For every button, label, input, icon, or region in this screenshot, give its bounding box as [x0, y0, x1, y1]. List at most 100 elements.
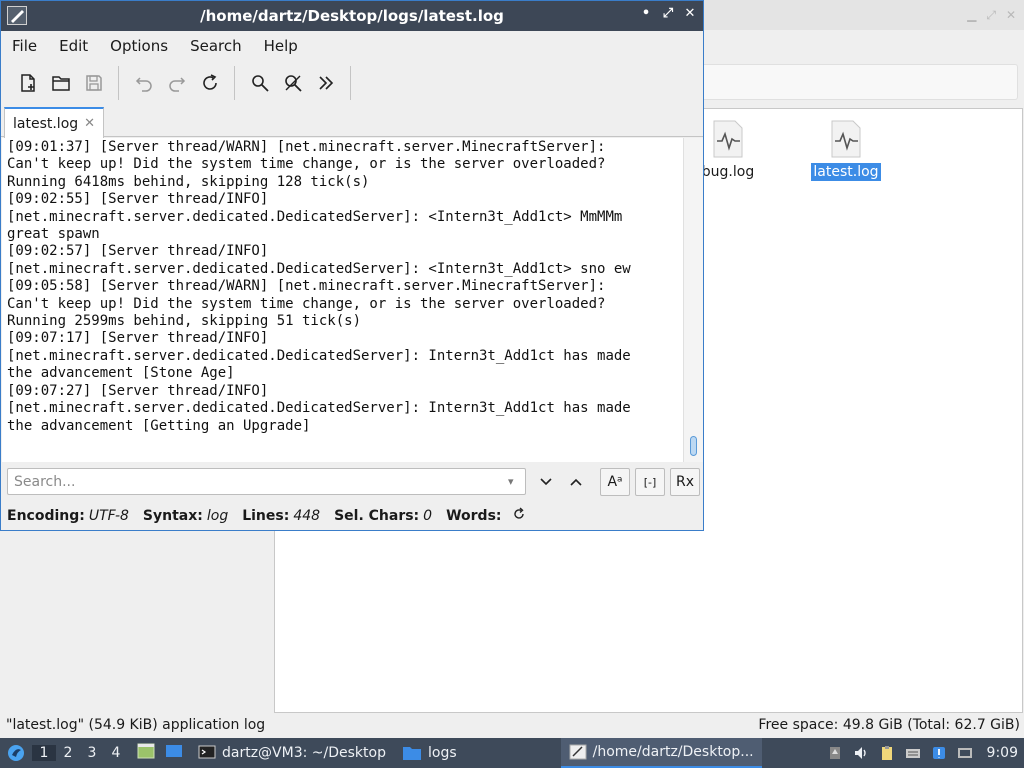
workspace-4[interactable]: 4	[104, 745, 128, 761]
syntax-label: Syntax:	[142, 508, 203, 524]
chevron-down-icon	[540, 478, 552, 486]
selchars-value: 0	[423, 508, 433, 524]
toolbar-separator	[118, 66, 119, 100]
text-line: great spawn	[7, 226, 100, 243]
text-line: Can't keep up! Did the system time chang…	[7, 295, 606, 312]
file-name: latest.log	[811, 163, 881, 181]
refresh-words-icon[interactable]	[512, 507, 526, 525]
maximize-icon[interactable]: ⤢	[661, 6, 675, 21]
task-label: dartz@VM3: ~/Desktop	[222, 745, 386, 761]
location-bar[interactable]	[700, 64, 1018, 100]
text-line: [09:02:57] [Server thread/INFO]	[7, 243, 269, 260]
toolbar	[1, 61, 703, 105]
find-next-button[interactable]	[531, 468, 561, 496]
workspace-1[interactable]: 1	[32, 745, 56, 761]
task-terminal[interactable]: dartz@VM3: ~/Desktop	[190, 738, 394, 768]
save-icon[interactable]	[77, 65, 110, 101]
menu-file[interactable]: File	[1, 37, 48, 55]
text-line: [09:05:58] [Server thread/WARN] [net.min…	[7, 278, 606, 295]
status-bar: Encoding: UTF-8 Syntax: log Lines: 448 S…	[1, 502, 703, 530]
system-tray: 9:09	[827, 738, 1024, 768]
log-file-icon	[831, 120, 861, 158]
log-file-icon	[713, 120, 743, 158]
selchars-label: Sel. Chars:	[334, 508, 420, 524]
minimize-icon[interactable]: ▁	[967, 8, 976, 23]
text-line: the advancement [Stone Age]	[7, 365, 235, 382]
text-line: [09:07:27] [Server thread/INFO]	[7, 382, 269, 399]
keyboard-icon[interactable]	[905, 745, 921, 761]
text-line: [net.minecraft.server.dedicated.Dedicate…	[7, 347, 631, 364]
file-item-selected[interactable]: latest.log	[801, 119, 891, 181]
chevron-down-icon[interactable]: ▾	[508, 475, 514, 488]
regex-button[interactable]: Rx	[670, 468, 700, 496]
editor-titlebar[interactable]: /home/dartz/Desktop/logs/latest.log • ⤢ …	[1, 1, 703, 31]
text-line: [net.minecraft.server.dedicated.Dedicate…	[7, 400, 631, 417]
text-line: Running 2599ms behind, skipping 51 tick(…	[7, 313, 362, 330]
close-tab-icon[interactable]: ✕	[84, 116, 95, 131]
menu-options[interactable]: Options	[99, 37, 179, 55]
undo-icon[interactable]	[127, 65, 160, 101]
redo-icon[interactable]	[160, 65, 193, 101]
encoding-label: Encoding:	[7, 508, 85, 524]
file-name: bug.log	[701, 164, 755, 180]
scrollbar-thumb[interactable]	[690, 436, 697, 456]
text-editor-window: /home/dartz/Desktop/logs/latest.log • ⤢ …	[0, 0, 704, 531]
find-icon[interactable]	[243, 65, 276, 101]
toolbar-separator	[234, 66, 235, 100]
menu-help[interactable]: Help	[253, 37, 309, 55]
menu-search[interactable]: Search	[179, 37, 253, 55]
terminal-icon	[198, 745, 216, 759]
reload-icon[interactable]	[193, 65, 226, 101]
task-label: logs	[427, 745, 457, 761]
close-icon[interactable]: ✕	[683, 6, 697, 21]
text-line: Running 6418ms behind, skipping 128 tick…	[7, 173, 370, 190]
whole-word-button[interactable]: [-]	[635, 468, 665, 496]
text-area[interactable]: [09:01:37] [Server thread/WARN] [net.min…	[2, 138, 683, 462]
search-input[interactable]	[7, 468, 526, 495]
clipboard-icon[interactable]	[879, 745, 895, 761]
file-manager-status-left: "latest.log" (54.9 KiB) application log	[6, 717, 266, 733]
open-folder-icon[interactable]	[44, 65, 77, 101]
vertical-scrollbar[interactable]	[683, 138, 703, 462]
lines-value: 448	[293, 508, 321, 524]
words-label: Words:	[446, 508, 502, 524]
workspace-2[interactable]: 2	[56, 745, 80, 761]
close-icon[interactable]: ✕	[1006, 8, 1016, 23]
more-icon[interactable]	[309, 65, 342, 101]
tab-latest-log[interactable]: latest.log ✕	[4, 107, 105, 138]
tab-label: latest.log	[13, 115, 79, 132]
text-line: [09:01:37] [Server thread/WARN] [net.min…	[7, 139, 606, 155]
start-menu-button[interactable]	[0, 743, 32, 763]
volume-icon[interactable]	[853, 745, 869, 761]
window-controls: • ⤢ ✕	[639, 6, 697, 21]
maximize-icon[interactable]: ⤢	[986, 8, 996, 23]
network-icon[interactable]	[957, 745, 973, 761]
task-text-editor[interactable]: /home/dartz/Desktop...	[560, 738, 762, 768]
chevron-up-icon	[570, 478, 582, 486]
text-line: [09:07:17] [Server thread/INFO]	[7, 330, 269, 347]
clock[interactable]: 9:09	[987, 745, 1018, 761]
show-desktop-icon[interactable]	[136, 742, 156, 764]
task-file-manager[interactable]: logs	[394, 738, 465, 768]
match-case-button[interactable]: Aᵃ	[600, 468, 630, 496]
update-notifier-icon[interactable]	[931, 745, 947, 761]
encoding-value: UTF-8	[88, 508, 129, 524]
workspace-3[interactable]: 3	[80, 745, 104, 761]
file-manager-window-controls: ▁ ⤢ ✕	[967, 8, 1016, 23]
new-file-icon[interactable]	[11, 65, 44, 101]
minimize-icon[interactable]: •	[639, 6, 653, 21]
text-line: Can't keep up! Did the system time chang…	[7, 156, 606, 173]
task-label: /home/dartz/Desktop...	[592, 744, 754, 760]
quick-launch-icon[interactable]	[164, 742, 184, 764]
text-line: [net.minecraft.server.dedicated.Dedicate…	[7, 260, 631, 277]
text-line: [09:02:55] [Server thread/INFO]	[7, 191, 269, 208]
find-previous-button[interactable]	[561, 468, 591, 496]
syntax-value: log	[206, 508, 229, 524]
device-notifier-icon[interactable]	[827, 745, 843, 761]
text-line: the advancement [Getting an Upgrade]	[7, 417, 311, 434]
menu-edit[interactable]: Edit	[48, 37, 99, 55]
find-replace-icon[interactable]	[276, 65, 309, 101]
search-bar: ▾ Aᵃ [-] Rx	[1, 462, 703, 502]
file-manager-status-right: Free space: 49.8 GiB (Total: 62.7 GiB)	[758, 717, 1020, 733]
text-editor-icon	[569, 744, 587, 760]
